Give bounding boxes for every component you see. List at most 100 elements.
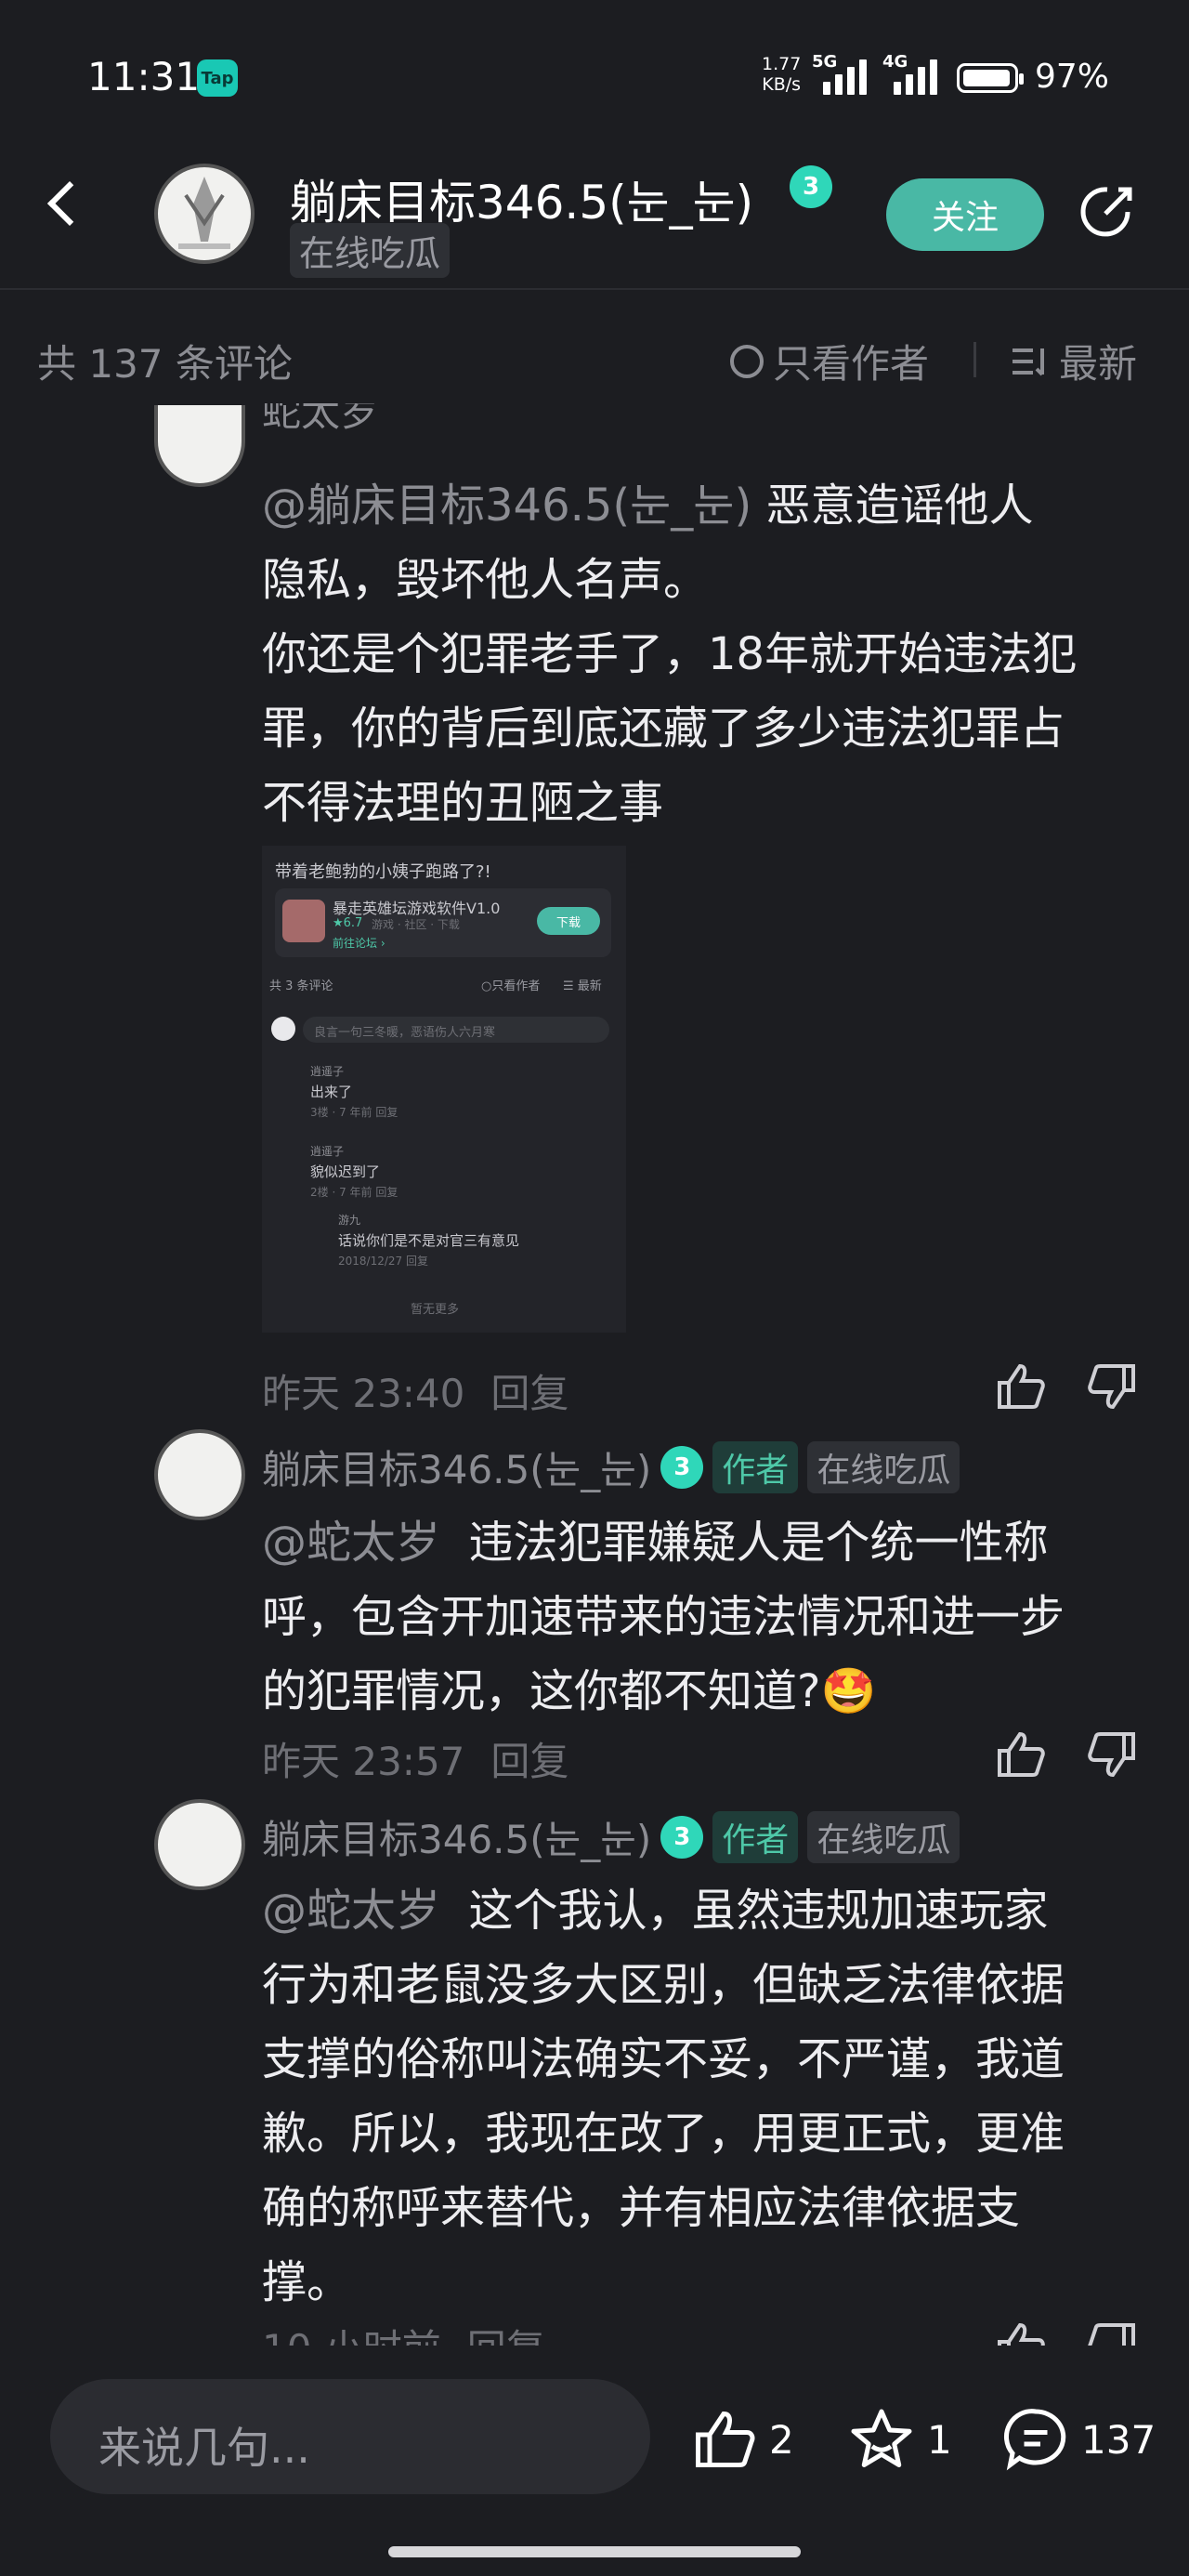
- reply-avatar[interactable]: [154, 1799, 245, 1890]
- reply-button[interactable]: 回复: [490, 1362, 568, 1419]
- battery-icon: [957, 63, 1024, 93]
- reply-username[interactable]: 蛇太岁: [262, 403, 379, 431]
- reply-meta: 昨天 23:57 回复: [262, 1730, 568, 1787]
- reply-username[interactable]: 躺床目标346.5(눈_눈): [262, 1439, 651, 1495]
- battery-fill: [963, 70, 1011, 86]
- dislike-icon[interactable]: [1087, 2320, 1139, 2346]
- reply-line: 确的称呼来替代，并有相应法律依据支: [262, 2182, 1021, 2234]
- sort-label: 最新: [1059, 341, 1138, 387]
- author-tag: 在线吃瓜: [807, 1810, 960, 1863]
- reply-header: 躺床目标346.5(눈_눈) 3 作者 在线吃瓜: [262, 1808, 960, 1865]
- shot-c2-user: 逍遥子: [310, 1145, 345, 1158]
- reply-line: 歉。所以，我现在改了，用更正式，更准: [262, 2108, 1065, 2160]
- reply-text: @蛇太岁 这个我认，虽然违规加速玩家 行为和老鼠没多大区别，但缺乏法律依据 支撑…: [262, 1873, 1154, 2320]
- verified-badge-icon: 3: [660, 1445, 704, 1489]
- reply-line: 违法犯罪嫌疑人是个统一性称: [468, 1517, 1049, 1569]
- signal-5g-icon: 5G: [812, 52, 867, 95]
- author-tag: 在线吃瓜: [807, 1440, 960, 1493]
- shot-c3-user: 游九: [338, 1214, 361, 1227]
- reply-line: 不得法理的丑陋之事: [262, 777, 664, 829]
- comment-bubble-icon: [1004, 2409, 1066, 2471]
- comment-input-placeholder: 来说几句...: [98, 2423, 310, 2473]
- dislike-icon[interactable]: [1087, 1728, 1139, 1781]
- like-icon[interactable]: [994, 1360, 1046, 1413]
- back-arrow-icon[interactable]: [46, 180, 93, 227]
- net-speed: 1.77 KB/s: [762, 54, 801, 95]
- mention[interactable]: @蛇太岁: [262, 1885, 440, 1937]
- shot-input: 良言一句三冬暖，恶语伤人六月寒: [303, 1017, 609, 1043]
- reply-line: 撑。: [262, 2256, 352, 2308]
- signal-4g-icon: 4G: [882, 52, 937, 95]
- tap-app-icon: Tap: [197, 59, 238, 97]
- shot-app-rating: ★6.7: [333, 916, 363, 930]
- signal-4g-label: 4G: [882, 52, 908, 72]
- radio-circle-icon: [730, 344, 764, 378]
- shot-app-tags: 游戏 · 社区 · 下载: [372, 918, 460, 931]
- post-like-button[interactable]: 2: [691, 2407, 794, 2472]
- reply-avatar[interactable]: [154, 1429, 245, 1520]
- post-favorite-button[interactable]: 1: [849, 2407, 952, 2472]
- reply-line: 呼，包含开加速带来的违法情况和进一步: [262, 1591, 1065, 1643]
- reply-text: @躺床目标346.5(눈_눈) 恶意造谣他人 隐私，毁坏他人名声。 你还是个犯罪…: [262, 468, 1154, 840]
- shot-count: 共 3 条评论: [269, 979, 333, 993]
- mention[interactable]: @躺床目标346.5(눈_눈): [262, 480, 751, 532]
- share-icon[interactable]: [1078, 182, 1137, 242]
- reply-button[interactable]: 回复: [490, 1730, 568, 1787]
- shot-newest: ☰ 最新: [563, 979, 602, 993]
- reply-avatar[interactable]: [154, 405, 245, 487]
- comment-input[interactable]: 来说几句...: [50, 2379, 650, 2494]
- shot-download-button: 下载: [537, 907, 600, 935]
- reply-username[interactable]: 躺床目标346.5(눈_눈): [262, 1808, 651, 1865]
- mention[interactable]: @蛇太岁: [262, 1517, 440, 1569]
- reply-header: 躺床目标346.5(눈_눈) 3 作者 在线吃瓜: [262, 1439, 960, 1495]
- reply-line: 恶意造谣他人: [765, 480, 1034, 532]
- sort-newest-button[interactable]: 最新: [1013, 333, 1137, 389]
- thumbs-up-icon: [696, 2411, 755, 2467]
- like-count: 2: [769, 2416, 794, 2463]
- net-speed-value: 1.77: [762, 54, 802, 74]
- reply-line: 支撑的俗称叫法确实不妥，不严谨，我道: [262, 2033, 1065, 2085]
- comment-count-bottom: 137: [1081, 2416, 1156, 2463]
- shot-app-forum: 前往论坛 ›: [333, 937, 385, 950]
- author-badge: 作者: [712, 1440, 799, 1493]
- status-bar: 11:31 Tap 1.77 KB/s 5G 4G 97%: [0, 0, 1189, 139]
- shot-avatar: [271, 1017, 295, 1041]
- author-tag: 在线吃瓜: [290, 223, 451, 278]
- shot-end-text: 暂无更多: [411, 1303, 460, 1317]
- reply-text: @蛇太岁 违法犯罪嫌疑人是个统一性称 呼，包含开加速带来的违法情况和进一步 的犯…: [262, 1505, 1154, 1728]
- post-comments-button[interactable]: 137: [1003, 2407, 1156, 2472]
- star-icon: [851, 2409, 912, 2467]
- reply-line: 你还是个犯罪老手了，18年就开始违法犯: [262, 628, 1078, 680]
- follow-button[interactable]: 关注: [886, 178, 1044, 251]
- home-indicator[interactable]: [388, 2546, 801, 2557]
- dislike-icon[interactable]: [1087, 1360, 1139, 1413]
- reply-time: 昨天 23:57: [262, 1739, 465, 1784]
- like-icon[interactable]: [994, 2320, 1046, 2346]
- like-icon[interactable]: [994, 1728, 1046, 1781]
- shot-c1-text: 出来了: [310, 1084, 353, 1100]
- shot-only-author: ○只看作者: [481, 979, 541, 993]
- author-badge: 作者: [712, 1810, 799, 1863]
- divider: [973, 342, 976, 377]
- shot-input-placeholder: 良言一句三冬暖，恶语伤人六月寒: [314, 1026, 496, 1040]
- only-author-toggle[interactable]: 只看作者: [730, 333, 929, 389]
- post-header: 躺床目标346.5(눈_눈) 3 在线吃瓜 关注: [0, 139, 1189, 290]
- reply-time: 昨天 23:40: [262, 1371, 465, 1416]
- shot-app-icon: [282, 900, 325, 942]
- reply-line: 这个我认，虽然违规加速玩家: [468, 1885, 1049, 1937]
- star-eyes-emoji-icon: 🤩: [820, 1665, 877, 1717]
- reply-meta: 10 小时前 回复: [262, 2318, 545, 2346]
- shot-c1-meta: 3楼 · 7 年前 回复: [310, 1106, 399, 1119]
- signal-5g-label: 5G: [812, 52, 838, 72]
- reply-line: 的犯罪情况，这你都不知道?: [262, 1665, 821, 1717]
- reply-line: 行为和老鼠没多大区别，但缺乏法律依据: [262, 1959, 1065, 2011]
- reply-button[interactable]: 回复: [467, 2318, 545, 2346]
- shot-c3-meta: 2018/12/27 回复: [338, 1255, 428, 1268]
- attached-screenshot[interactable]: 带着老鲍勃的小姨子跑路了?! 暴走英雄坛游戏软件V1.0 ★6.7 游戏 · 社…: [262, 846, 626, 1333]
- shot-title: 带着老鲍勃的小姨子跑路了?!: [275, 862, 491, 882]
- author-avatar[interactable]: [154, 164, 255, 264]
- reply3-meta-clip: 10 小时前 回复: [0, 2318, 1189, 2346]
- shot-c3-text: 话说你们是不是对官三有意见: [338, 1232, 520, 1249]
- reply-line: 罪，你的背后到底还藏了多少违法犯罪占: [262, 703, 1065, 755]
- only-author-label: 只看作者: [773, 341, 930, 387]
